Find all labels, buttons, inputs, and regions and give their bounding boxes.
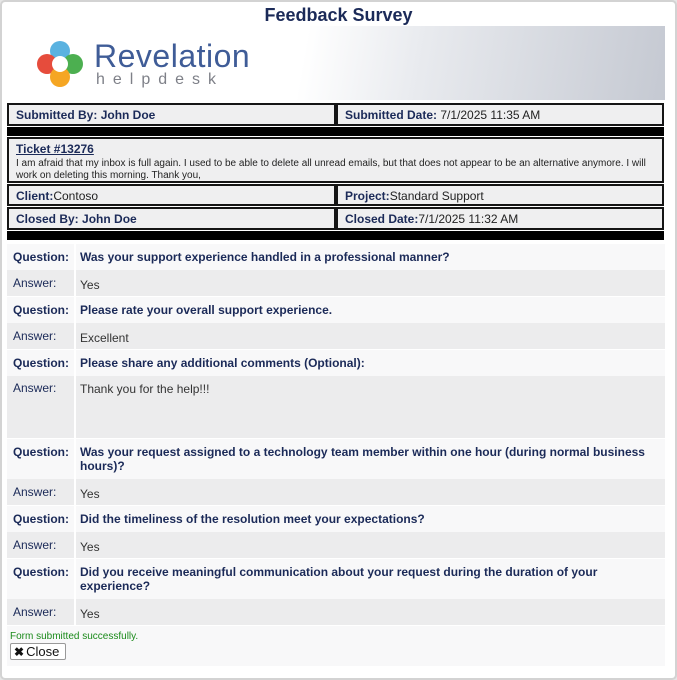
ticket-summary-cell: Ticket #13276 I am afraid that my inbox … <box>7 137 664 183</box>
brand-tagline: helpdesk <box>96 71 225 88</box>
submitted-by-label: Submitted By: <box>16 108 98 122</box>
question-row: Question: Please share any additional co… <box>7 350 665 376</box>
question-label: Question: <box>13 250 69 264</box>
question-text: Did you receive meaningful communication… <box>80 565 598 593</box>
question-row: Question: Did the timeliness of the reso… <box>7 506 665 532</box>
dialog-title: Feedback Survey <box>264 5 413 25</box>
answer-row: Answer: Thank you for the help!!! <box>7 376 665 438</box>
brand-name: Revelation <box>94 38 251 74</box>
client-value: Contoso <box>53 189 99 203</box>
project-cell: Project:Standard Support <box>336 184 664 206</box>
question-label: Question: <box>13 512 69 526</box>
feedback-survey-dialog: Feedback Survey Revelation helpdesk Subm… <box>0 0 677 680</box>
closed-date-value: 7/1/2025 11:32 AM <box>418 212 519 226</box>
answer-text: Yes <box>80 278 100 292</box>
answer-row: Answer: Yes <box>7 532 665 558</box>
brand-banner: Revelation helpdesk <box>6 26 665 100</box>
close-button[interactable]: ✖ Close <box>10 643 66 660</box>
closed-by-value: John Doe <box>82 212 137 226</box>
answer-row: Answer: Excellent <box>7 323 665 349</box>
submitted-by-cell: Submitted By: John Doe <box>7 103 336 126</box>
closed-by-cell: Closed By: John Doe <box>7 207 336 230</box>
close-button-label: Close <box>26 644 60 659</box>
close-icon: ✖ <box>14 645 25 659</box>
question-label: Question: <box>13 445 69 459</box>
client-label: Client: <box>16 189 54 203</box>
ticket-link[interactable]: Ticket #13276 <box>16 142 94 156</box>
submitted-date-label: Submitted Date: <box>345 108 438 122</box>
question-label: Question: <box>13 565 69 579</box>
ticket-info-panel: Submitted By: John Doe Submitted Date: 7… <box>6 102 665 243</box>
answer-label: Answer: <box>13 329 57 343</box>
submitted-by-value: John Doe <box>100 108 156 122</box>
client-cell: Client:Contoso <box>7 184 336 206</box>
answer-label: Answer: <box>13 276 57 290</box>
project-label: Project: <box>345 189 390 203</box>
answer-text: Thank you for the help!!! <box>80 382 210 396</box>
submitted-date-cell: Submitted Date: 7/1/2025 11:35 AM <box>336 103 664 126</box>
divider <box>7 231 664 240</box>
answer-text: Yes <box>80 540 100 554</box>
answer-label: Answer: <box>13 381 57 395</box>
question-row: Question: Was your request assigned to a… <box>7 439 665 479</box>
answer-row: Answer: Yes <box>7 479 665 505</box>
question-row: Question: Did you receive meaningful com… <box>7 559 665 599</box>
revelation-logo-icon <box>37 41 83 87</box>
question-label: Question: <box>13 356 69 370</box>
answer-text: Yes <box>80 487 100 501</box>
question-text: Was your request assigned to a technolog… <box>80 445 645 473</box>
question-label: Question: <box>13 303 69 317</box>
status-message: Form submitted successfully. <box>10 631 139 642</box>
project-value: Standard Support <box>389 189 484 203</box>
question-text: Please share any additional comments (Op… <box>80 356 365 370</box>
question-text: Was your support experience handled in a… <box>80 250 450 264</box>
closed-by-label: Closed By: <box>16 212 79 226</box>
answer-label: Answer: <box>13 485 57 499</box>
question-text: Please rate your overall support experie… <box>80 303 333 317</box>
submitted-date-value: 7/1/2025 11:35 AM <box>440 108 541 122</box>
answer-text: Yes <box>80 607 100 621</box>
dialog-footer: Form submitted successfully. ✖ Close <box>7 626 665 666</box>
closed-date-cell: Closed Date:7/1/2025 11:32 AM <box>336 207 664 230</box>
answer-label: Answer: <box>13 538 57 552</box>
question-row: Question: Was your support experience ha… <box>7 244 665 270</box>
ticket-description: I am afraid that my inbox is full again.… <box>16 158 646 181</box>
answer-row: Answer: Yes <box>7 270 665 296</box>
closed-date-label: Closed Date: <box>345 212 419 226</box>
answer-row: Answer: Yes <box>7 599 665 625</box>
divider <box>7 127 664 136</box>
answer-text: Excellent <box>80 331 129 345</box>
answer-label: Answer: <box>13 605 57 619</box>
question-text: Did the timeliness of the resolution mee… <box>80 512 425 526</box>
question-row: Question: Please rate your overall suppo… <box>7 297 665 323</box>
